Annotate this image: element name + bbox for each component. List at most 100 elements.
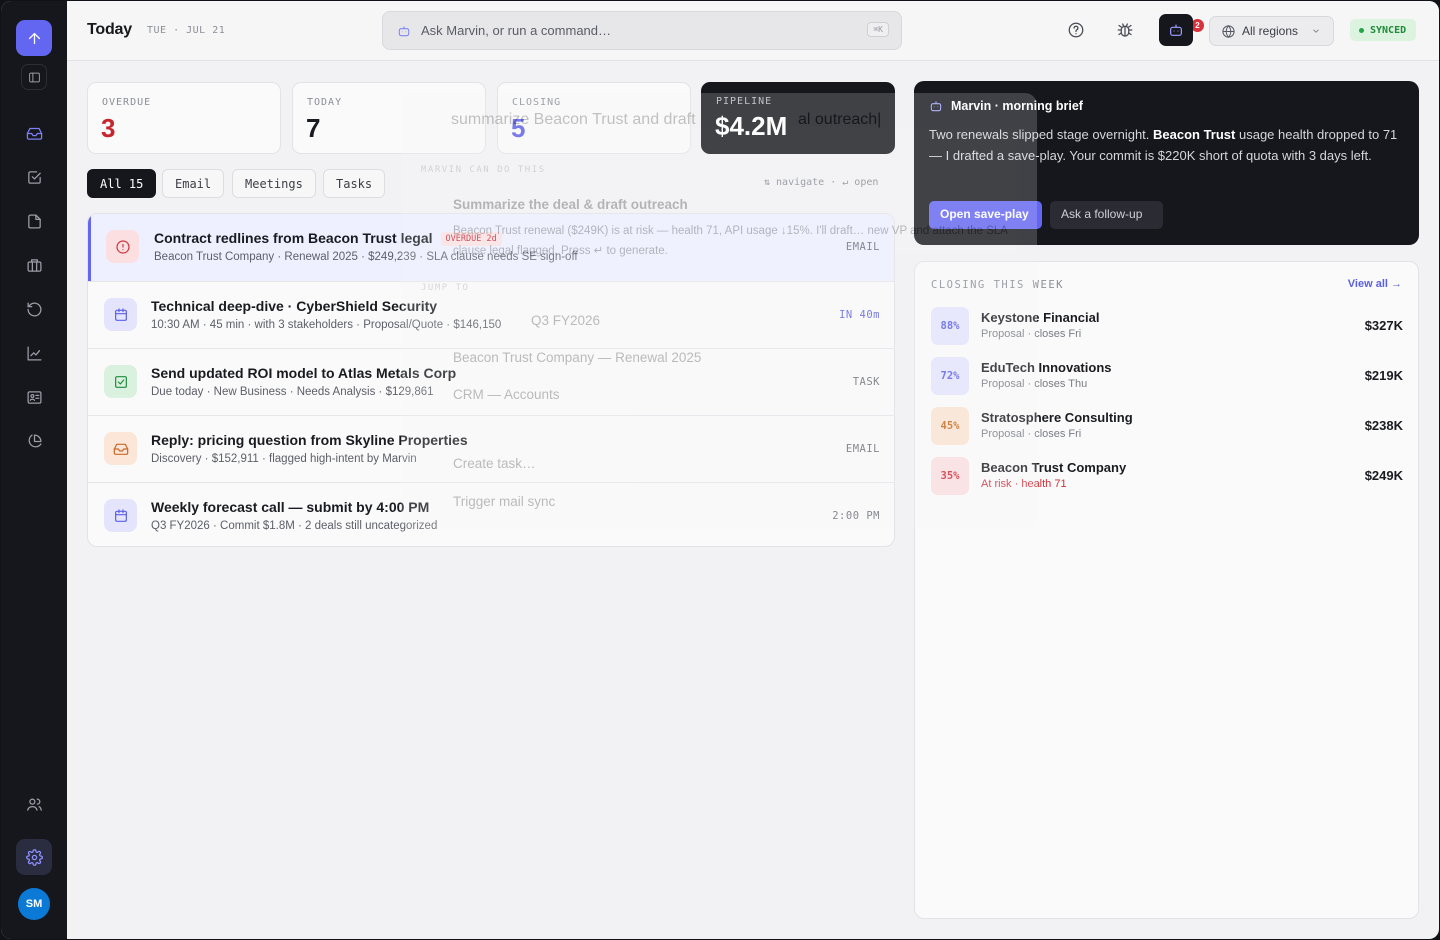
closing-this-week-panel: CLOSING THIS WEEK View all → 88% Keyston… (914, 261, 1419, 919)
stat-value: 7 (306, 113, 321, 143)
ask-follow-up-button[interactable]: Ask a follow-up (1050, 201, 1163, 229)
deal-amount: $238K (1364, 418, 1403, 433)
sync-status-badge: SYNCED (1350, 19, 1417, 41)
feed-row[interactable]: Technical deep-dive · CyberShield Securi… (88, 281, 894, 348)
view-all-link[interactable]: View all → (1348, 278, 1402, 290)
robot-icon (1170, 24, 1182, 36)
stat-label: TODAY (307, 97, 343, 108)
deal-name: Beacon Trust Company (981, 460, 1127, 475)
check-square-icon (104, 365, 137, 398)
deal-row[interactable]: 88% Keystone Financial Proposal · closes… (931, 307, 1403, 347)
deal-amount: $249K (1364, 468, 1403, 483)
deal-meta: Proposal · closes Fri (981, 428, 1082, 440)
accounts-icon[interactable] (16, 247, 52, 283)
activity-feed: Contract redlines from Beacon Trust lega… (87, 213, 895, 547)
stat-label: CLOSING (512, 97, 562, 108)
morning-brief-card: Marvin · morning brief Two renewals slip… (914, 81, 1419, 245)
chevron-down-icon (1313, 29, 1319, 33)
feed-type: 2:00 PM (832, 510, 880, 522)
feed-title: Send updated ROI model to Atlas Metals C… (151, 365, 457, 381)
inbox-icon[interactable] (16, 115, 52, 151)
stat-value: $4.2M (715, 111, 788, 141)
feed-title: Reply: pricing question from Skyline Pro… (151, 432, 468, 448)
sidebar-toggle-icon[interactable] (21, 64, 47, 90)
open-save-play-button[interactable]: Open save-play (929, 201, 1042, 229)
filter-tasks[interactable]: Tasks (323, 169, 386, 198)
document-icon[interactable] (16, 203, 52, 239)
page-title: Today (87, 21, 132, 38)
feed-subtitle: Q3 FY2026 · Commit $1.8M · 2 deals still… (151, 520, 438, 532)
deal-row[interactable]: 45% Stratosphere Consulting Proposal · c… (931, 407, 1403, 447)
stat-label: OVERDUE (102, 97, 152, 108)
user-avatar[interactable]: SM (18, 888, 50, 920)
deal-name: Stratosphere Consulting (981, 410, 1133, 425)
team-icon[interactable] (16, 786, 52, 822)
stat-card-today[interactable]: TODAY 7 (292, 82, 486, 154)
region-select[interactable]: All regions (1209, 16, 1334, 46)
robot-icon (398, 25, 410, 36)
feed-type: TASK (852, 376, 880, 388)
stat-card-closing[interactable]: CLOSING 5 (497, 82, 691, 154)
contact-card-icon[interactable] (16, 379, 52, 415)
region-value: All regions (1242, 24, 1299, 38)
robot-icon (930, 101, 942, 112)
feed-row[interactable]: Contract redlines from Beacon Trust lega… (88, 214, 894, 281)
top-bar: Today TUE · JUL 21 Ask Marvin, or run a … (67, 1, 1439, 61)
brief-title: Marvin · morning brief (929, 99, 1083, 113)
deal-row[interactable]: 35% Beacon Trust Company At risk · healt… (931, 457, 1403, 497)
help-icon[interactable] (1064, 18, 1088, 42)
app-window: SM Today TUE · JUL 21 Ask Marvin, or run… (1, 1, 1439, 939)
main-area: Today TUE · JUL 21 Ask Marvin, or run a … (67, 1, 1439, 939)
history-icon[interactable] (16, 291, 52, 327)
deal-name: EduTech Innovations (981, 360, 1112, 375)
stat-label: PIPELINE (716, 96, 773, 107)
feed-title: Weekly forecast call — submit by 4:00 PM (151, 499, 430, 515)
deal-meta: At risk · health 71 (981, 478, 1067, 490)
filter-email[interactable]: Email (162, 169, 225, 198)
overdue-badge: OVERDUE 2d (440, 232, 502, 246)
bug-icon[interactable] (1113, 18, 1137, 42)
feed-row[interactable]: Weekly forecast call — submit by 4:00 PM… (88, 482, 894, 546)
page-date: TUE · JUL 21 (147, 25, 226, 36)
feed-title: Technical deep-dive · CyberShield Securi… (151, 298, 438, 314)
feed-subtitle: 10:30 AM · 45 min · with 3 stakeholders … (151, 319, 502, 331)
assistant-button[interactable] (1159, 14, 1193, 46)
stat-card-pipeline[interactable]: PIPELINE $4.2M (701, 82, 895, 154)
command-bar[interactable]: Ask Marvin, or run a command… ⌘K (382, 11, 902, 50)
trend-chart-icon[interactable] (16, 335, 52, 371)
alert-icon (106, 230, 139, 263)
feed-title: Contract redlines from Beacon Trust lega… (154, 230, 502, 246)
deal-probability: 72% (931, 357, 969, 395)
deal-meta: Proposal · closes Thu (981, 378, 1088, 390)
deal-probability: 45% (931, 407, 969, 445)
brief-body: Two renewals slipped stage overnight. Be… (929, 127, 1398, 163)
deal-row[interactable]: 72% EduTech Innovations Proposal · close… (931, 357, 1403, 397)
stat-card-overdue[interactable]: OVERDUE 3 (87, 82, 281, 154)
feed-subtitle: Due today · New Business · Needs Analysi… (151, 386, 434, 398)
filter-all[interactable]: All 15 (87, 169, 157, 198)
upload-icon[interactable] (16, 20, 52, 56)
stat-value: 5 (511, 113, 526, 143)
settings-gear-icon[interactable] (16, 839, 52, 875)
deal-amount: $327K (1364, 318, 1403, 333)
deal-name: Keystone Financial (981, 310, 1100, 325)
feed-subtitle: Beacon Trust Company · Renewal 2025 · $2… (154, 251, 578, 263)
feed-row[interactable]: Send updated ROI model to Atlas Metals C… (88, 348, 894, 415)
feed-row[interactable]: Reply: pricing question from Skyline Pro… (88, 415, 894, 482)
deal-meta: Proposal · closes Fri (981, 328, 1082, 340)
palette-item: Summarize the deal & draft outreach (453, 197, 688, 212)
pie-chart-icon[interactable] (16, 423, 52, 459)
panel-title: CLOSING THIS WEEK (931, 279, 1064, 291)
sync-status-label: SYNCED (1370, 24, 1407, 36)
filter-meetings[interactable]: Meetings (232, 169, 316, 198)
palette-section: MARVIN CAN DO THIS (421, 165, 546, 175)
feed-type: EMAIL (845, 241, 880, 253)
tasks-icon[interactable] (16, 159, 52, 195)
calendar-icon (104, 298, 137, 331)
keyboard-hint: ⇅ navigate · ↵ open (764, 177, 879, 188)
deal-probability: 35% (931, 457, 969, 495)
feed-type: IN 40m (839, 309, 880, 321)
stat-value: 3 (101, 113, 116, 143)
feed-type: EMAIL (845, 443, 880, 455)
command-placeholder: Ask Marvin, or run a command… (421, 23, 612, 38)
